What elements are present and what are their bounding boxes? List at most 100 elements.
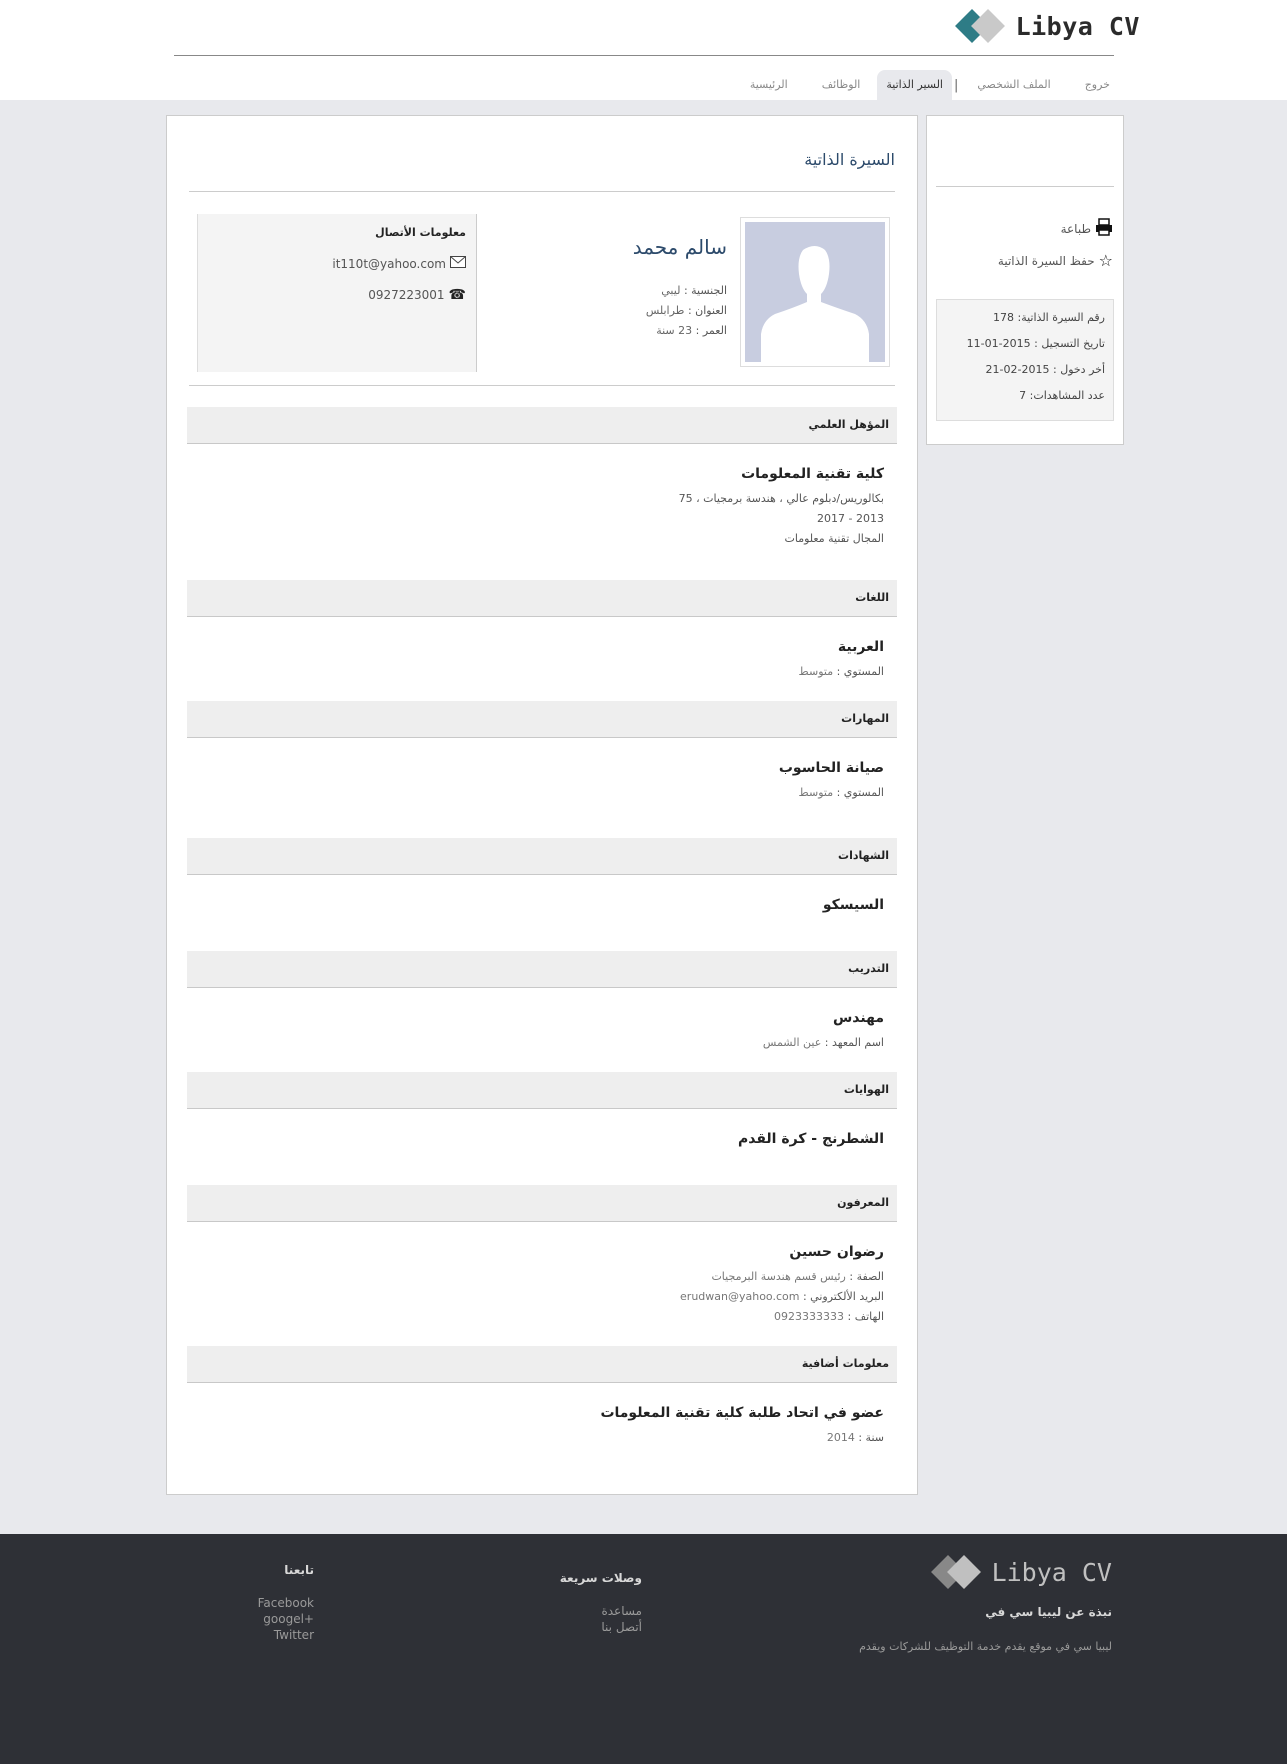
save-cv-label[interactable]: حفظ السيرة الذاتية <box>998 254 1095 268</box>
skill-level-line: المستوي : متوسط <box>799 786 884 799</box>
footer-logo-text: Libya CV <box>991 1557 1112 1587</box>
section-title: الهوايات <box>843 1083 889 1096</box>
section-education-header: المؤهل العلمي <box>187 407 897 444</box>
nationality-value: ليبي <box>661 284 681 297</box>
reference-email-line: البريد الألكتروني : erudwan@yahoo.com <box>680 1290 884 1303</box>
extra-year-label: سنة : <box>858 1431 884 1444</box>
section-hobbies-header: الهوايات <box>187 1072 897 1109</box>
contact-box: معلومات الأتصال it110t@yahoo.com 0927223… <box>197 214 477 372</box>
footer-link-twitter[interactable]: Twitter <box>274 1628 314 1642</box>
stat-cv-number: رقم السيرة الذاتية: 178 <box>993 311 1105 324</box>
page-title: السيرة الذاتية <box>804 150 895 169</box>
contact-phone-row: 0927223001 ☎ <box>368 287 466 303</box>
footer-logo[interactable]: Libya CV <box>930 1554 1112 1590</box>
section-extra-header: معلومات أضافية <box>187 1346 897 1383</box>
profile-photo <box>740 217 890 367</box>
cv-panel: السيرة الذاتية سالم محمد الجنسية : ليبي … <box>166 115 918 1495</box>
section-title: التدريب <box>848 962 889 975</box>
logo-diamonds-icon <box>954 8 1008 44</box>
education-years: 2013 - 2017 <box>817 512 884 525</box>
language-level: متوسط <box>798 665 834 678</box>
reference-email-label: البريد الألكتروني : <box>802 1290 884 1303</box>
age-value: 23 سنة <box>656 324 693 337</box>
nav-jobs[interactable]: الوظائف <box>805 70 878 100</box>
address-label: العنوان : <box>687 304 727 317</box>
training-name: مهندس <box>832 1010 884 1026</box>
reference-role-line: الصفة : رئيس قسم هندسة البرمجيات <box>711 1270 884 1283</box>
contact-email-row[interactable]: it110t@yahoo.com <box>332 256 466 271</box>
reference-role: رئيس قسم هندسة البرمجيات <box>711 1270 846 1283</box>
section-title: اللغات <box>855 591 889 604</box>
section-title: المؤهل العلمي <box>808 418 889 431</box>
reference-name: رضوان حسين <box>789 1244 884 1260</box>
cv-stats-box: رقم السيرة الذاتية: 178 تاريخ التسجيل : … <box>936 299 1114 421</box>
reference-phone: 0923333333 <box>774 1310 845 1323</box>
star-icon: ☆ <box>1098 251 1113 270</box>
stat-registered: تاريخ التسجيل : 2015-01-11 <box>966 337 1105 350</box>
stat-last-login: أخر دخول : 2015-02-21 <box>985 363 1105 376</box>
footer-links-title: وصلات سريعة <box>559 1571 642 1585</box>
nationality-label: الجنسية : <box>683 284 727 297</box>
section-training-header: التدريب <box>187 951 897 988</box>
age-line: العمر : 23 سنة <box>656 324 727 337</box>
section-title: المعرفون <box>837 1196 889 1209</box>
profile-divider <box>189 385 895 386</box>
footer-follow-title: تابعنا <box>284 1563 314 1577</box>
site-logo[interactable]: Libya CV <box>954 8 1140 44</box>
footer-logo-diamonds-icon <box>930 1554 984 1590</box>
training-institute-line: اسم المعهد : عين الشمس <box>763 1036 884 1049</box>
address-line: العنوان : طرابلس <box>646 304 727 317</box>
section-title: الشهادات <box>838 849 889 862</box>
age-label: العمر : <box>695 324 727 337</box>
cv-sidebar: طباعة ☆ حفظ السيرة الذاتية رقم السيرة ال… <box>926 115 1124 445</box>
footer-link-contact[interactable]: أتصل بنا <box>601 1620 642 1634</box>
section-title: معلومات أضافية <box>801 1357 889 1370</box>
certificate-name: السيسكو <box>822 897 884 913</box>
skill-level: متوسط <box>798 786 834 799</box>
footer-about-title: نبذة عن ليبيا سي في <box>985 1605 1112 1619</box>
section-references-header: المعرفون <box>187 1185 897 1222</box>
profile-name: سالم محمد <box>632 235 727 259</box>
site-header: Libya CV الرئيسية الوظائف السير الذاتية … <box>0 0 1287 100</box>
phone-icon: ☎ <box>448 287 466 303</box>
footer-link-google[interactable]: googel+ <box>263 1612 314 1626</box>
footer-about-text: ليبيا سي في موقع يقدم خدمة التوظيف للشرك… <box>859 1640 1112 1653</box>
save-cv-button[interactable]: ☆ حفظ السيرة الذاتية <box>998 251 1113 270</box>
nationality-line: الجنسية : ليبي <box>661 284 727 297</box>
footer-link-facebook[interactable]: Facebook <box>258 1596 314 1610</box>
reference-email[interactable]: erudwan@yahoo.com <box>680 1290 799 1303</box>
nav-logout[interactable]: خروج <box>1068 70 1127 100</box>
section-certificates-header: الشهادات <box>187 838 897 875</box>
header-divider <box>174 55 1114 56</box>
section-languages-header: اللغات <box>187 580 897 617</box>
skill-level-label: المستوي : <box>836 786 884 799</box>
nav-home[interactable]: الرئيسية <box>733 70 805 100</box>
stat-views: عدد المشاهدات: 7 <box>1019 389 1105 402</box>
nav-separator: | <box>953 77 959 93</box>
nav-cvs[interactable]: السير الذاتية <box>877 70 952 100</box>
language-level-label: المستوي : <box>836 665 884 678</box>
reference-role-label: الصفة : <box>849 1270 884 1283</box>
footer-link-help[interactable]: مساعدة <box>601 1604 642 1618</box>
print-button[interactable]: طباعة <box>1061 218 1113 239</box>
skill-name: صيانة الحاسوب <box>778 760 884 776</box>
extra-year-line: سنة : 2014 <box>827 1431 884 1444</box>
title-divider <box>189 191 895 192</box>
education-field: المجال تقنية معلومات <box>784 532 885 545</box>
reference-phone-line: الهاتف : 0923333333 <box>774 1310 884 1323</box>
logo-text: Libya CV <box>1015 11 1140 41</box>
training-institute: عين الشمس <box>762 1036 822 1049</box>
nav-profile[interactable]: الملف الشخصي <box>960 70 1067 100</box>
section-skills-header: المهارات <box>187 701 897 738</box>
main-nav: الرئيسية الوظائف السير الذاتية | الملف ا… <box>733 70 1127 100</box>
envelope-icon <box>450 256 466 271</box>
hobbies-list: الشطرنج - كرة القدم <box>737 1131 884 1147</box>
address-value: طرابلس <box>645 304 685 317</box>
section-title: المهارات <box>841 712 889 725</box>
print-label[interactable]: طباعة <box>1061 222 1091 236</box>
reference-phone-label: الهاتف : <box>847 1310 884 1323</box>
contact-phone: 0927223001 <box>368 288 445 302</box>
contact-email[interactable]: it110t@yahoo.com <box>332 257 446 271</box>
sidebar-divider <box>936 186 1114 187</box>
site-footer: Libya CV نبذة عن ليبيا سي في ليبيا سي في… <box>0 1534 1287 1764</box>
